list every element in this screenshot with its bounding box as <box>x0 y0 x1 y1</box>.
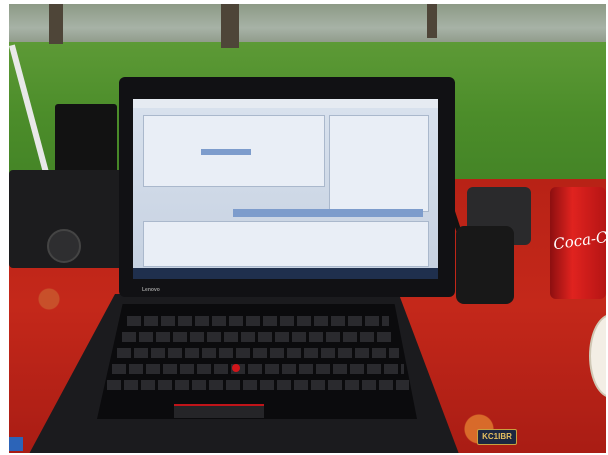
laptop-screen <box>133 99 438 279</box>
key-row <box>112 364 404 374</box>
photo: Coca-Cola Lenovo KC1IBR <box>9 4 606 453</box>
trackpoint-nub <box>232 364 240 372</box>
callsign-text: KC1IBR <box>482 432 512 441</box>
radio-tuning-knob <box>47 229 81 263</box>
screen-blue-bar <box>233 209 423 217</box>
laptop-brand: Lenovo <box>142 287 160 293</box>
handheld-radio <box>456 226 514 304</box>
key-row <box>122 332 394 342</box>
key-row <box>107 380 409 390</box>
laptop-sticker <box>9 437 23 451</box>
key-row <box>127 316 389 326</box>
screen-table <box>143 221 429 267</box>
screen-input-field <box>201 149 251 155</box>
screen-title-bar <box>133 99 438 108</box>
trackpad-buttons <box>174 404 264 418</box>
screen-panel <box>329 115 429 212</box>
tree-trunk <box>221 4 239 48</box>
tree-trunk <box>49 4 63 44</box>
screen-taskbar <box>133 268 438 279</box>
callsign-badge: KC1IBR <box>477 429 517 445</box>
laptop-keyboard <box>97 304 417 419</box>
key-row <box>117 348 399 358</box>
speaker-box <box>55 104 117 176</box>
tree-trunk <box>427 4 437 38</box>
